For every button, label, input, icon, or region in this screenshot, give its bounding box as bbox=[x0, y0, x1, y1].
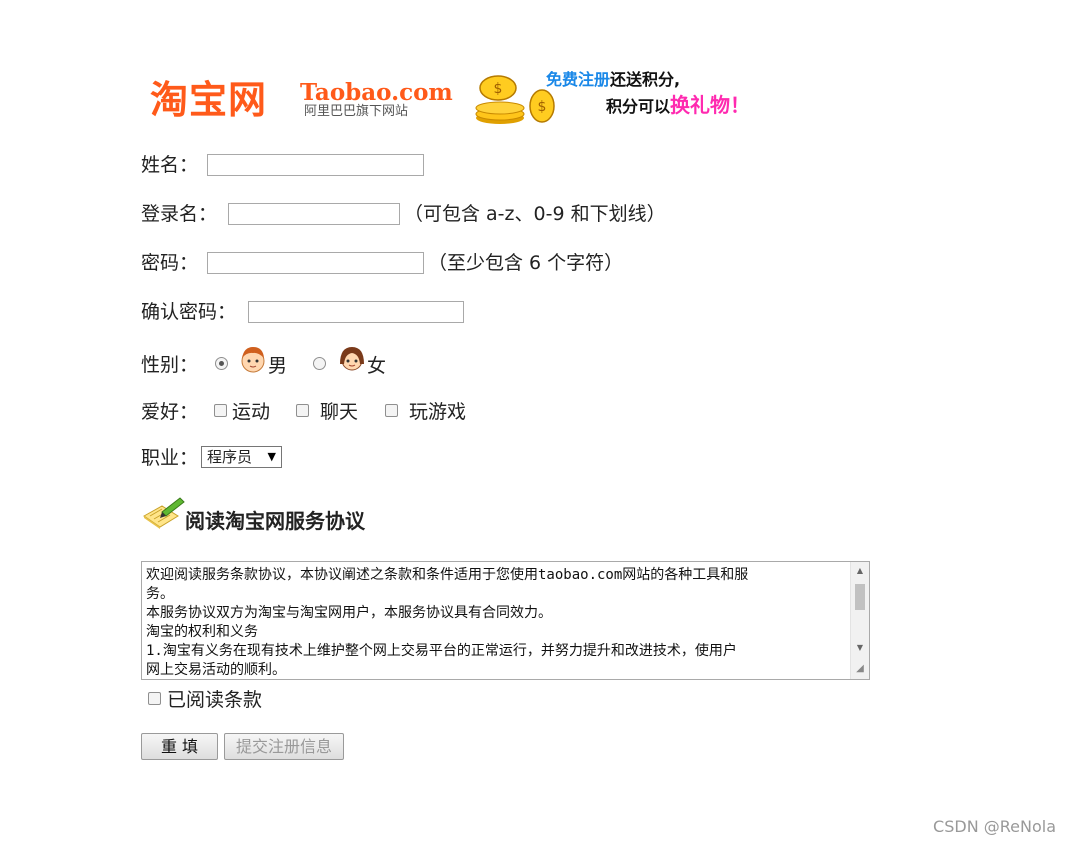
job-select-value: 程序员 bbox=[207, 448, 253, 466]
agreement-line: 欢迎阅读服务条款协议，本协议阐述之条款和条件适用于您使用taobao.com网站… bbox=[146, 567, 749, 583]
agreement-textarea[interactable]: 欢迎阅读服务条款协议，本协议阐述之条款和条件适用于您使用taobao.com网站… bbox=[141, 561, 870, 680]
name-input[interactable] bbox=[207, 154, 424, 176]
scrollbar-thumb[interactable] bbox=[855, 584, 865, 610]
agreement-line: 务。 bbox=[146, 586, 174, 602]
login-name-input[interactable] bbox=[228, 203, 400, 225]
agreement-line: 网上交易活动的顺利。 bbox=[146, 662, 286, 678]
promo-text-line2: 积分可以换礼物！ bbox=[606, 93, 750, 119]
agreement-read-label: 已阅读条款 bbox=[167, 689, 263, 711]
girl-avatar-icon bbox=[340, 347, 364, 371]
job-select[interactable]: 程序员 ▼ bbox=[201, 446, 282, 468]
agreement-content: 欢迎阅读服务条款协议，本协议阐述之条款和条件适用于您使用taobao.com网站… bbox=[146, 566, 846, 679]
svg-text:$: $ bbox=[538, 99, 547, 115]
agreement-line: 淘宝的权利和义务 bbox=[146, 624, 258, 640]
confirm-password-label: 确认密码： bbox=[141, 301, 237, 323]
gender-female-radio[interactable] bbox=[313, 357, 326, 370]
promo-free-register: 免费注册 bbox=[546, 70, 611, 89]
promo-gifts: 换礼物！ bbox=[670, 93, 751, 117]
scroll-down-arrow-icon[interactable]: ▼ bbox=[851, 641, 869, 655]
agreement-line: 本服务协议双方为淘宝与淘宝网用户，本服务协议具有合同效力。 bbox=[146, 605, 552, 621]
login-name-hint: （可包含 a-z、0-9 和下划线） bbox=[404, 203, 666, 225]
job-label: 职业： bbox=[141, 447, 199, 469]
hobby-chat-checkbox[interactable] bbox=[296, 404, 309, 417]
resize-grip-icon[interactable]: ◢ bbox=[853, 662, 867, 676]
hobby-label: 爱好： bbox=[141, 401, 199, 423]
promo-points-can: 积分可以 bbox=[606, 97, 671, 116]
gender-label: 性别： bbox=[141, 354, 199, 376]
taobao-logo-english: Taobao.com bbox=[300, 79, 453, 106]
scroll-up-arrow-icon[interactable]: ▲ bbox=[851, 564, 869, 578]
login-name-label: 登录名： bbox=[141, 203, 218, 225]
agreement-read-checkbox[interactable] bbox=[148, 692, 161, 705]
reset-button[interactable]: 重 填 bbox=[141, 733, 218, 760]
hobby-chat-label: 聊天 bbox=[320, 401, 359, 423]
promo-text-line1: 免费注册还送积分, bbox=[546, 70, 680, 90]
taobao-logo-chinese: 淘宝网 bbox=[150, 78, 268, 122]
svg-text:$: $ bbox=[494, 81, 503, 97]
confirm-password-input[interactable] bbox=[248, 301, 464, 323]
gender-male-radio[interactable] bbox=[215, 357, 228, 370]
hobby-games-label: 玩游戏 bbox=[409, 401, 467, 423]
submit-button[interactable]: 提交注册信息 bbox=[224, 733, 344, 760]
agreement-line: 1.淘宝有义务在现有技术上维护整个网上交易平台的正常运行，并努力提升和改进技术，… bbox=[146, 643, 737, 659]
password-input[interactable] bbox=[207, 252, 424, 274]
password-hint: （至少包含 6 个字符） bbox=[428, 252, 624, 274]
gender-male-label: 男 bbox=[268, 355, 288, 377]
name-label: 姓名： bbox=[141, 154, 199, 176]
taobao-logo-subtitle: 阿里巴巴旗下网站 bbox=[304, 104, 409, 119]
boy-avatar-icon bbox=[241, 347, 265, 373]
agreement-title: 阅读淘宝网服务协议 bbox=[185, 509, 365, 533]
document-pen-icon bbox=[143, 497, 185, 529]
hobby-sports-label: 运动 bbox=[232, 401, 271, 423]
dropdown-arrow-icon: ▼ bbox=[267, 450, 276, 463]
promo-points: 还送积分, bbox=[610, 70, 681, 89]
hobby-sports-checkbox[interactable] bbox=[214, 404, 227, 417]
csdn-watermark: CSDN @ReNola bbox=[933, 817, 1056, 836]
agreement-scrollbar[interactable]: ▲ ▼ ◢ bbox=[850, 562, 869, 679]
gender-female-label: 女 bbox=[367, 355, 387, 377]
password-label: 密码： bbox=[141, 252, 199, 274]
hobby-games-checkbox[interactable] bbox=[385, 404, 398, 417]
